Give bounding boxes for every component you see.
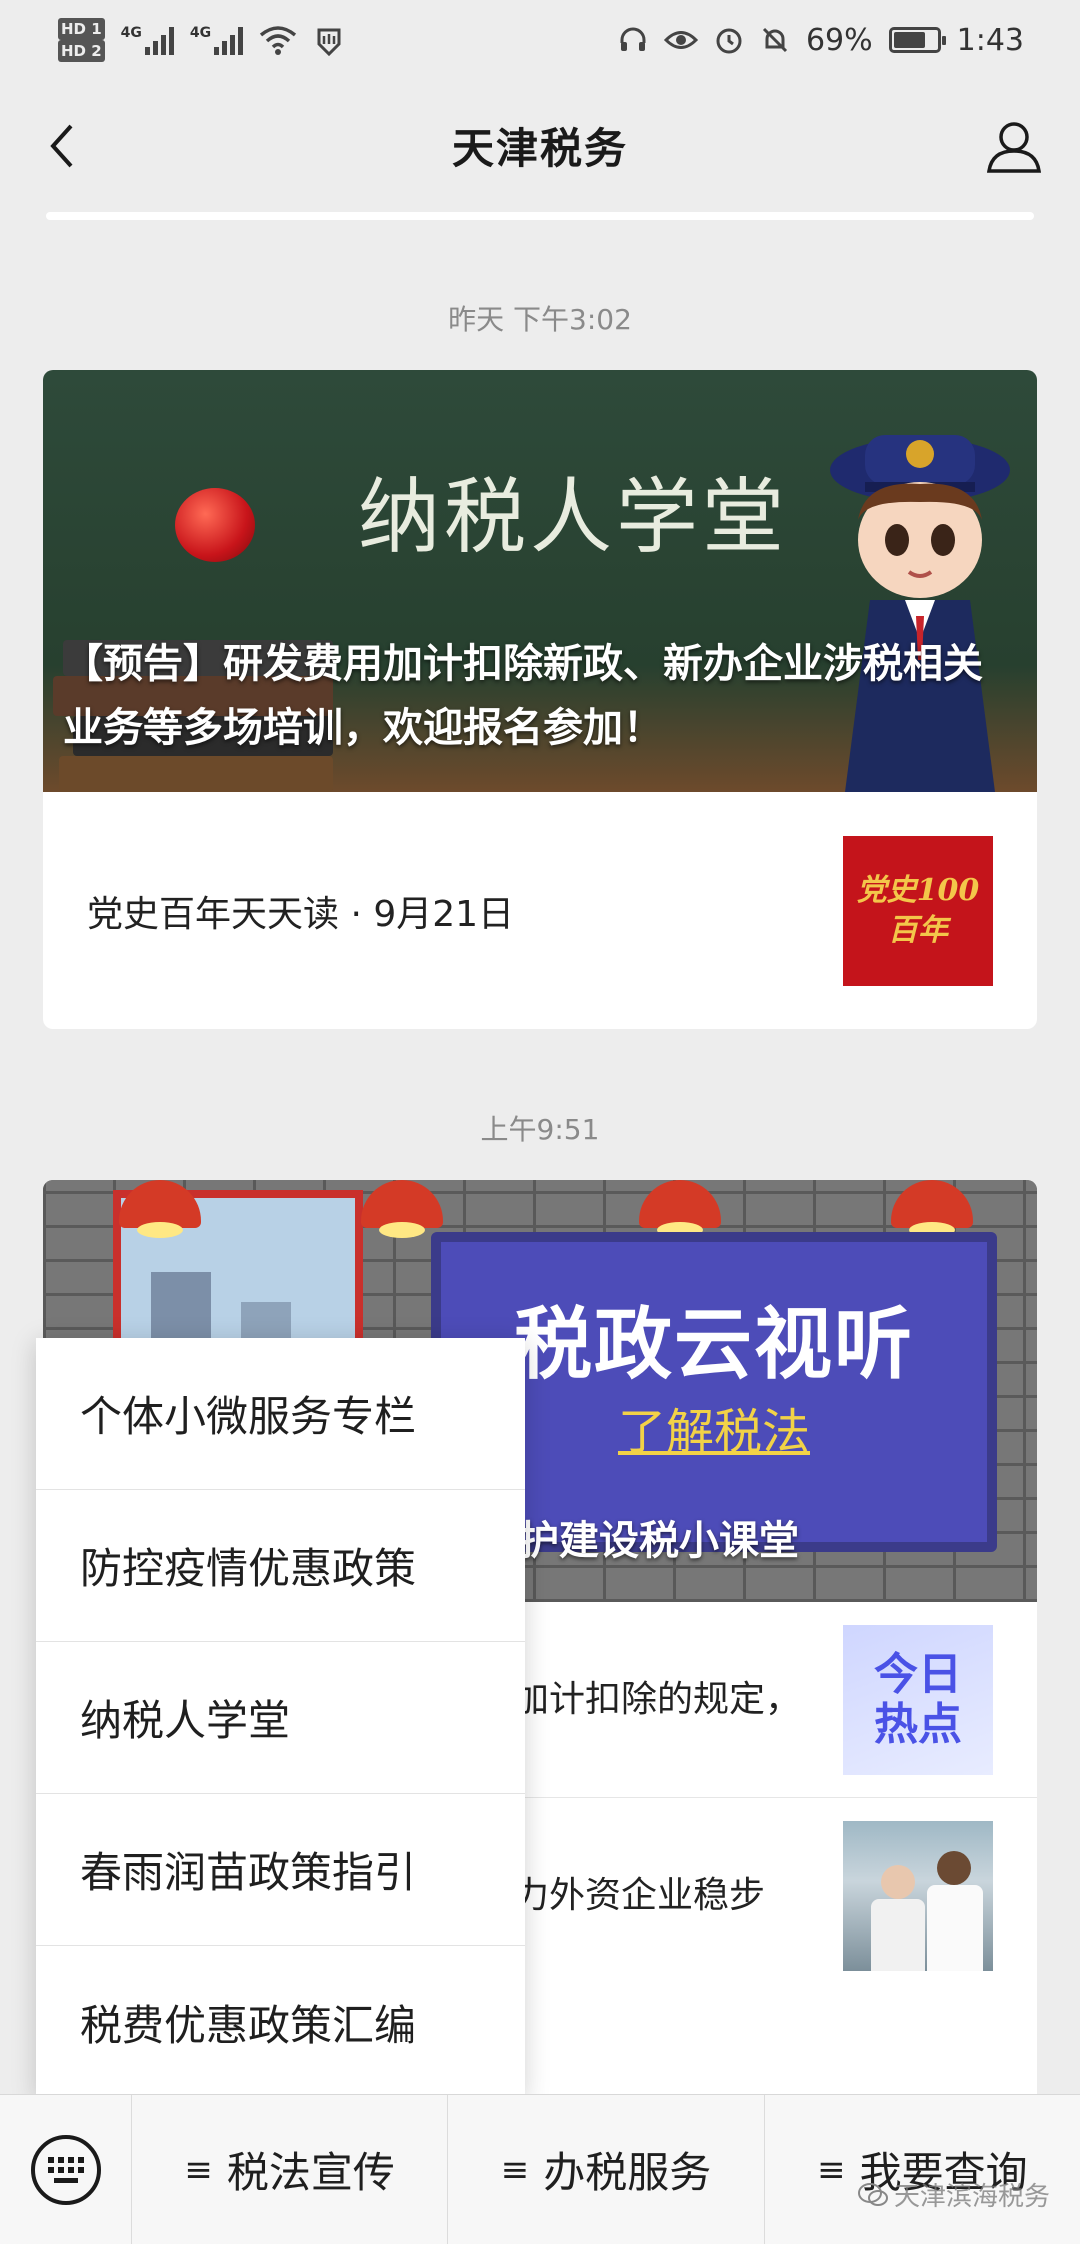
- header-divider: [46, 212, 1034, 220]
- back-button[interactable]: [34, 118, 90, 174]
- wifi-icon: [260, 26, 297, 55]
- user-icon: [986, 122, 1042, 173]
- battery-fill: [893, 32, 926, 48]
- article-card-1: 纳税人学堂 【预告】研发费用加计扣除新政、新办企业涉税相关业务等多场培训，欢迎报…: [43, 370, 1037, 1029]
- network-type-1: 4G: [120, 25, 142, 41]
- page-title: 天津税务: [451, 123, 628, 173]
- menu-label: 税法宣传: [226, 2148, 395, 2197]
- status-time: 1:43: [956, 22, 1024, 58]
- keyboard-toggle-button[interactable]: [0, 2094, 132, 2244]
- watermark-text: 天津滨海税务: [893, 2182, 1050, 2212]
- menu-lines-icon: ≡: [817, 2149, 846, 2190]
- mute-bell-icon: [762, 27, 787, 53]
- menu-button-tax-publicity[interactable]: ≡ 税法宣传: [132, 2094, 449, 2244]
- status-right: 69% 1:43: [618, 23, 1024, 58]
- message-timestamp-2: 上午9:51: [480, 1113, 600, 1146]
- bottom-menu-bar: ≡ 税法宣传 ≡ 办税服务 ≡ 我要查询: [0, 2094, 1080, 2244]
- submenu-item[interactable]: 纳税人学堂: [36, 1642, 525, 1794]
- hot-topic-thumbnail: 今日 热点: [843, 1624, 993, 1775]
- signal-icon: 4G: [121, 25, 174, 55]
- cover-caption: 【预告】研发费用加计扣除新政、新办企业涉税相关业务等多场培训，欢迎报名参加！: [63, 641, 983, 751]
- profile-button[interactable]: [982, 114, 1046, 178]
- watermark: 天津滨海税务: [857, 2176, 1050, 2213]
- hd-indicator: HD 1 HD 2: [58, 18, 105, 62]
- sub-article-title: 党史百年天天读 · 9月21日: [87, 893, 515, 935]
- keyboard-icon: [30, 2134, 101, 2205]
- nav-bar: 天津税务: [0, 100, 1080, 190]
- menu-label: 办税服务: [543, 2148, 712, 2197]
- menu-button-query[interactable]: ≡ 我要查询: [765, 2095, 1080, 2244]
- submenu-item[interactable]: 税费优惠政策汇编: [36, 1946, 525, 2098]
- apple-icon: [175, 488, 255, 562]
- cover-title: 纳税人学堂: [358, 470, 789, 565]
- status-left: HD 1 HD 2 4G 4G: [58, 18, 345, 62]
- hd2-badge: HD 2: [58, 40, 105, 62]
- thumbnail-text: 党史100百年: [856, 872, 980, 948]
- submenu-item[interactable]: 个体小微服务专栏: [36, 1338, 525, 1490]
- thumbnail-line-2: 热点: [874, 1698, 962, 1750]
- network-type-2: 4G: [189, 25, 212, 41]
- signal-icon-2: 4G: [189, 25, 244, 55]
- menu-button-tax-service[interactable]: ≡ 办税服务: [448, 2094, 765, 2244]
- status-bar: HD 1 HD 2 4G 4G 69% 1:43: [0, 0, 1080, 80]
- hand-icon: [317, 28, 341, 56]
- factory-photo-thumbnail: [843, 1821, 993, 1971]
- cover-caption-2: 护建设税小课堂: [519, 1518, 799, 1564]
- article-cover-1[interactable]: 纳税人学堂 【预告】研发费用加计扣除新政、新办企业涉税相关业务等多场培训，欢迎报…: [43, 370, 1037, 792]
- wechat-icon: [857, 2182, 888, 2206]
- message-timestamp: 昨天 下午3:02: [448, 303, 632, 336]
- chevron-left-icon: [50, 124, 73, 168]
- submenu-popup: 个体小微服务专栏 防控疫情优惠政策 纳税人学堂 春雨润苗政策指引 税费优惠政策汇…: [36, 1338, 525, 2098]
- battery-icon: [888, 27, 946, 53]
- thumbnail-line-1: 今日: [874, 1648, 962, 1700]
- menu-lines-icon: ≡: [184, 2149, 213, 2190]
- headset-icon: [620, 27, 646, 51]
- party-history-thumbnail: 党史100百年: [843, 835, 993, 986]
- submenu-item[interactable]: 春雨润苗政策指引: [36, 1794, 525, 1946]
- menu-lines-icon: ≡: [500, 2149, 530, 2190]
- battery-percent: 69%: [805, 22, 873, 58]
- eye-icon: [663, 31, 698, 49]
- alarm-icon: [716, 28, 742, 54]
- sub-article-row[interactable]: 党史百年天天读 · 9月21日 党史100百年: [43, 792, 1037, 1029]
- submenu-item[interactable]: 防控疫情优惠政策: [36, 1490, 525, 1642]
- hd1-badge: HD 1: [58, 18, 105, 40]
